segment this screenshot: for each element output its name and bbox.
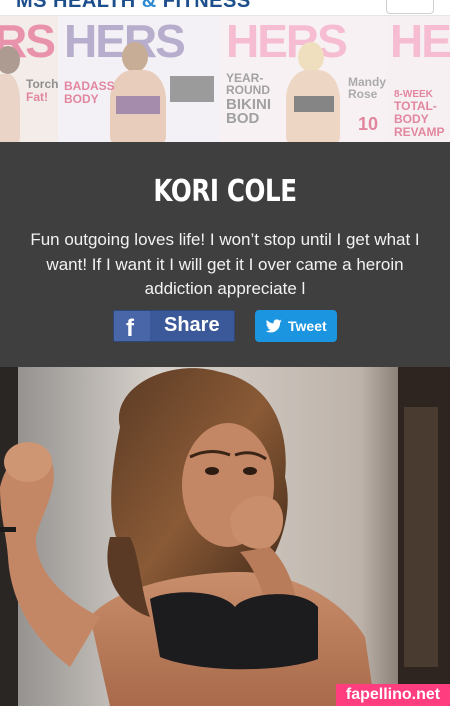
watermark: fapellino.net [336,684,450,706]
brand-main: MS HEALTH [16,0,142,12]
hamburger-menu-button[interactable] [386,0,434,14]
facebook-icon: f [114,311,150,341]
brand-tail: FITNESS [162,0,251,12]
tweet-label: Tweet [288,318,327,334]
magazine-cover-banner: RS Torch Fat! HERS BADASS BODY HERS YEAR… [0,16,450,142]
tweet-button[interactable]: Tweet [255,310,337,342]
site-logo[interactable]: MS HEALTH & FITNESS [16,0,251,13]
facebook-share-button[interactable]: f Share [113,310,235,342]
banner-overlay [0,16,450,142]
brand-amp: & [141,0,163,12]
profile-bio: Fun outgoing loves life! I won’t stop un… [30,230,420,298]
profile-name: KORI COLE [153,174,297,209]
profile-section: KORI COLE Fun outgoing loves life! I won… [0,142,450,367]
profile-photo-image [0,367,450,706]
site-header: MS HEALTH & FITNESS [0,0,450,16]
share-label: Share [164,314,220,336]
profile-photo [0,367,450,706]
twitter-bird-icon [266,319,282,333]
